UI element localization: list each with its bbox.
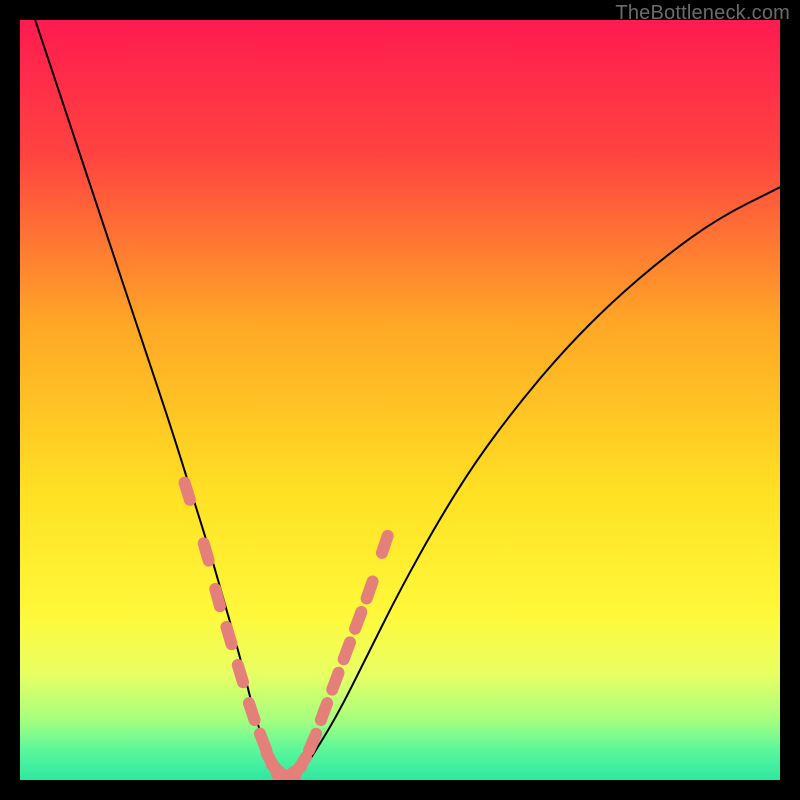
- highlight-dot: [204, 543, 209, 560]
- highlight-dot: [382, 536, 388, 553]
- highlight-dot: [367, 582, 373, 599]
- highlight-dot: [215, 589, 220, 606]
- highlight-dot: [226, 627, 231, 644]
- highlight-dot: [355, 612, 361, 629]
- highlight-dot: [185, 483, 190, 500]
- highlight-dot: [296, 757, 306, 772]
- bottleneck-chart: [20, 20, 780, 780]
- highlight-dot: [344, 642, 350, 659]
- gradient-background: [20, 20, 780, 780]
- highlight-dot: [238, 665, 243, 682]
- highlight-dot: [332, 673, 338, 690]
- highlight-dot: [309, 734, 316, 751]
- highlight-dot: [321, 703, 327, 720]
- highlight-dot: [249, 703, 255, 720]
- chart-frame: [20, 20, 780, 780]
- watermark-text: TheBottleneck.com: [615, 2, 790, 25]
